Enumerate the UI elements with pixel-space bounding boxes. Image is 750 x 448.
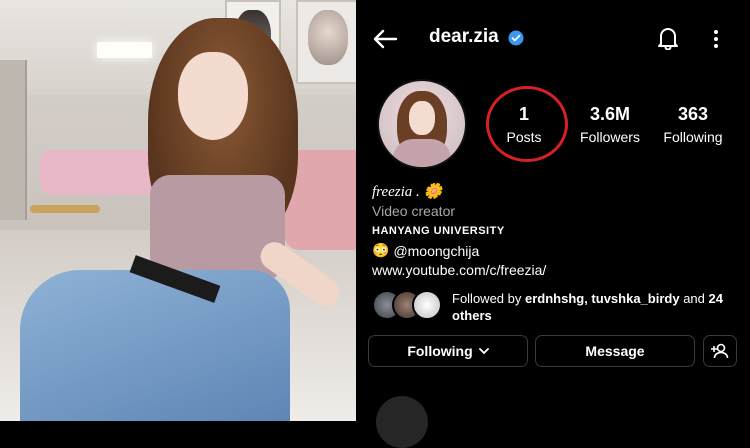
flushed-emoji: 😳 xyxy=(372,242,390,258)
stat-followers[interactable]: 3.6M Followers xyxy=(570,104,650,145)
posts-count: 1 xyxy=(518,104,529,124)
followed-by-names: erdnhshg, tuvshka_birdy xyxy=(524,291,680,306)
following-button-label: Following xyxy=(407,343,473,359)
message-button[interactable]: Message xyxy=(535,335,695,367)
profile-username: dear.zia xyxy=(429,26,499,47)
message-button-label: Message xyxy=(585,343,645,359)
person-jeans xyxy=(20,270,290,421)
bio-university: HANYANG UNIVERSITY xyxy=(372,225,505,237)
bio-website-link[interactable]: www.youtube.com/c/freezia/ xyxy=(372,262,546,278)
add-user-icon xyxy=(711,343,729,359)
bio-mention-line: 😳 @moongchija xyxy=(372,242,479,259)
stat-following[interactable]: 363 Following xyxy=(653,104,733,145)
flower-emoji: 🌼 xyxy=(423,184,443,200)
chevron-down-icon xyxy=(478,347,489,354)
bio-display-name: freezia . 🌼 xyxy=(372,182,442,201)
following-count: 363 xyxy=(677,104,709,124)
following-button[interactable]: Following xyxy=(368,335,528,367)
story-highlight[interactable] xyxy=(376,396,428,448)
bio-name-text: freezia . xyxy=(372,184,420,200)
avatar[interactable] xyxy=(377,79,467,169)
following-label: Following xyxy=(663,129,723,145)
more-vertical-icon[interactable] xyxy=(706,26,726,52)
followed-by-prefix: Followed by xyxy=(452,291,525,306)
profile-photo-image xyxy=(0,0,356,421)
back-arrow-icon[interactable] xyxy=(370,26,400,52)
doorway xyxy=(0,60,27,220)
person-face xyxy=(178,52,248,140)
followers-label: Followers xyxy=(580,129,640,145)
profile-panel: dear.zia 1 Posts 3.6M Followers 363 Foll… xyxy=(356,0,750,448)
bell-icon[interactable] xyxy=(654,24,682,52)
verified-badge-icon xyxy=(508,30,524,46)
side-table xyxy=(30,205,100,213)
stat-posts[interactable]: 1 Posts xyxy=(484,104,564,145)
bio-category: Video creator xyxy=(372,203,456,219)
followed-by-row[interactable]: Followed by erdnhshg, tuvshka_birdy and … xyxy=(372,290,732,324)
follower-avatar-3 xyxy=(412,290,442,320)
wall-frame-right xyxy=(296,0,356,84)
ceiling-light xyxy=(97,42,152,58)
followed-by-text: Followed by erdnhshg, tuvshka_birdy and … xyxy=(452,290,732,324)
mention-link[interactable]: @moongchija xyxy=(393,243,479,259)
posts-label: Posts xyxy=(506,129,542,145)
followers-count: 3.6M xyxy=(589,104,631,124)
followed-by-and: and xyxy=(679,291,709,306)
add-user-button[interactable] xyxy=(703,335,737,367)
pink-sofa xyxy=(40,150,160,195)
